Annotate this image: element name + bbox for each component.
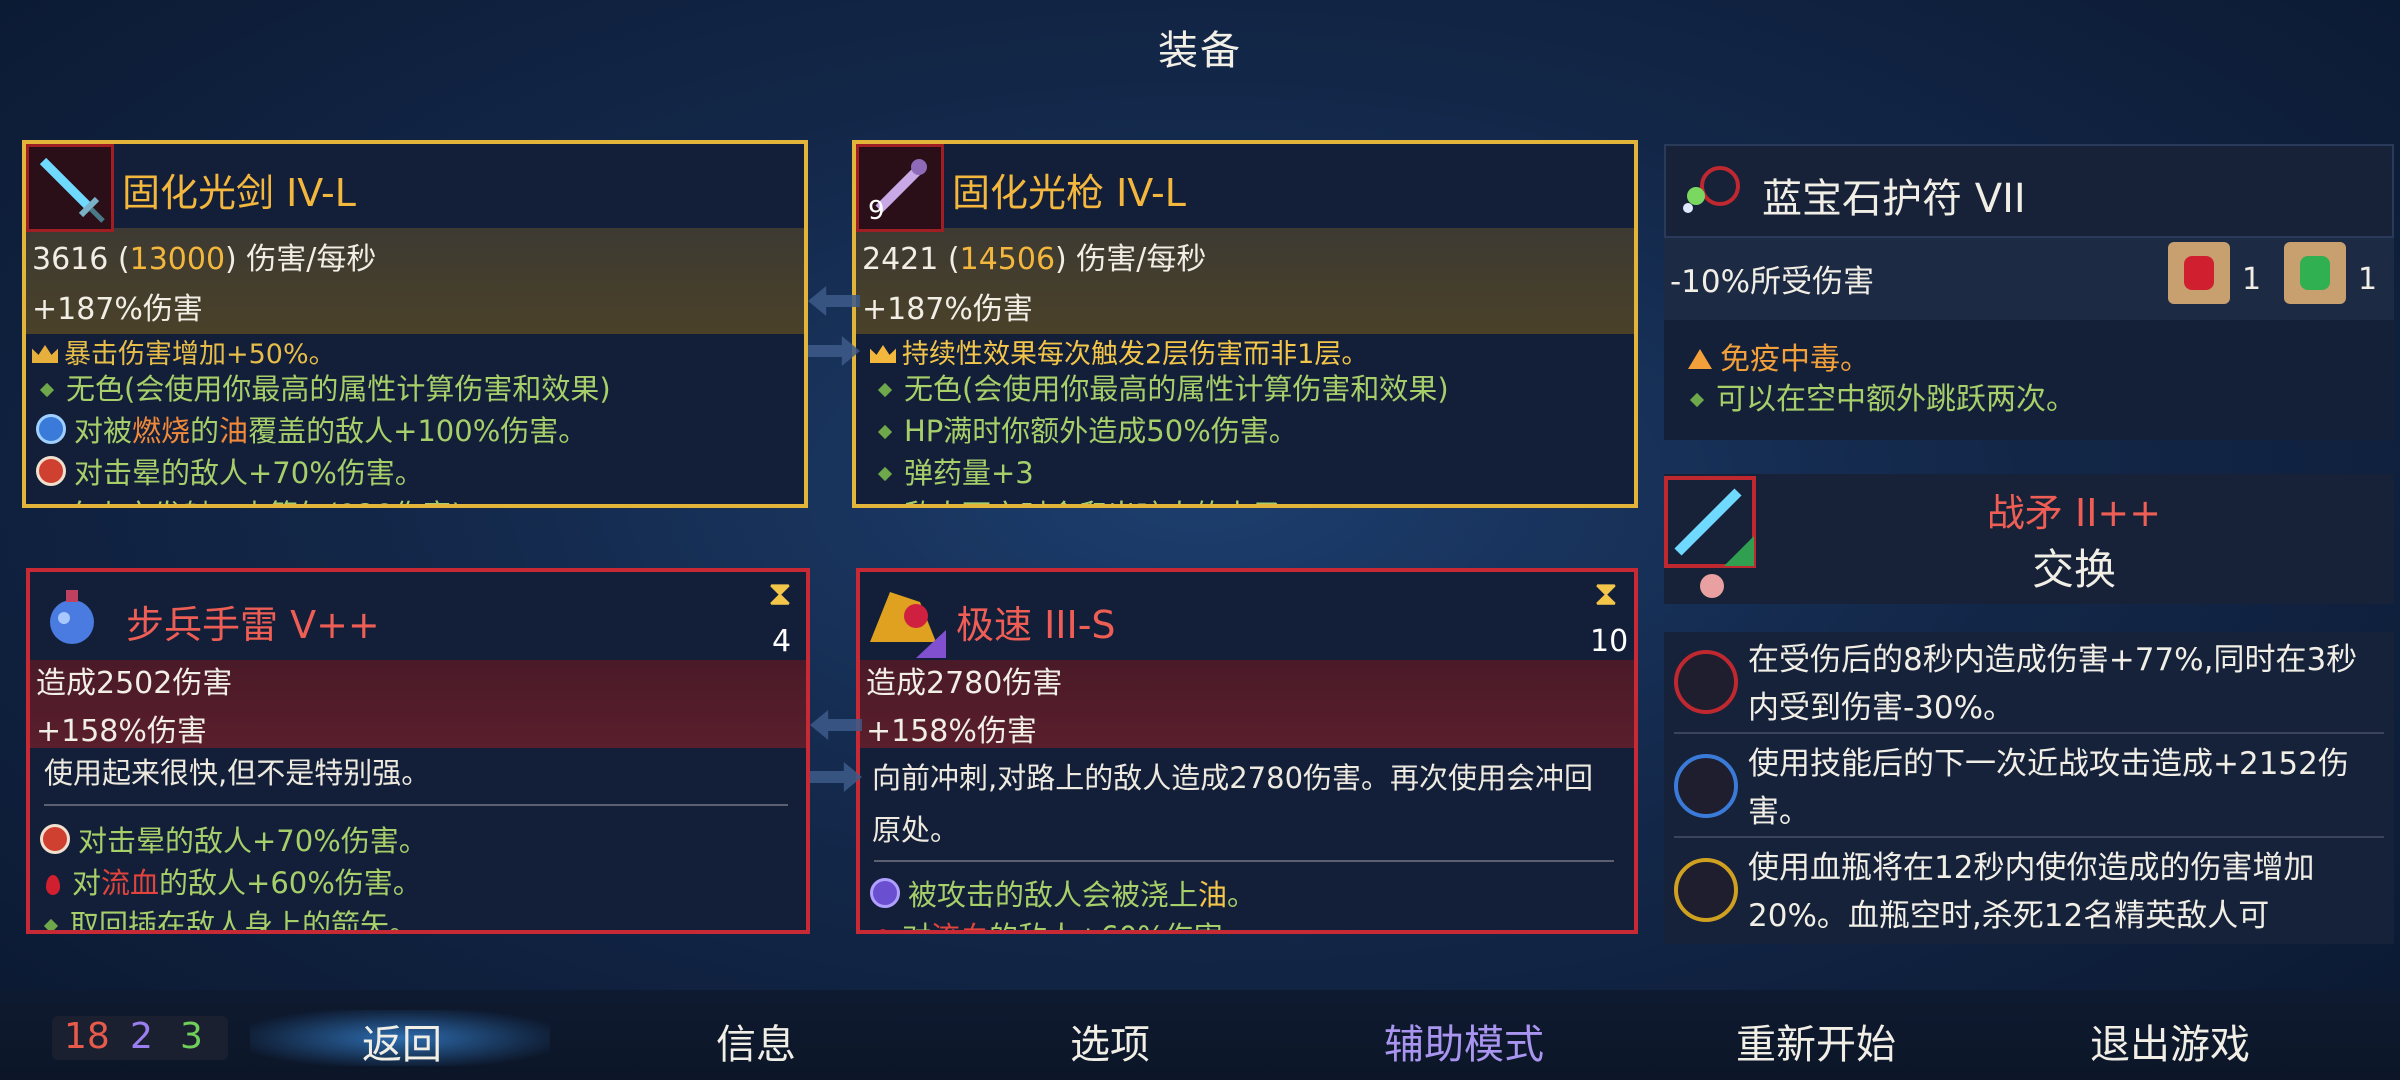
weapon-card-1[interactable]: 固化光剑 IV-L 3616 (13000) 伤害/每秒 +187%伤害 暴击伤… [22, 140, 808, 508]
crown-icon [32, 345, 58, 363]
mutation-text: 使用血瓶将在12秒内使你造成的伤害增加20%。血瓶空时,杀死12名精英敌人可 [1748, 850, 2315, 934]
survival-count: 3 [180, 1016, 203, 1057]
mutation-item[interactable]: 使用技能后的下一次近战攻击造成+2152伤害。 [1664, 736, 2394, 838]
affix-line: 向上方发射一支箭矢(928伤害) [32, 492, 463, 504]
affix-line: 对击晕的敌人+70%伤害。 [36, 818, 428, 860]
ammo-count: 9 [868, 196, 885, 226]
diamond-bullet-icon [1689, 392, 1705, 408]
immunity-icon [1688, 349, 1712, 369]
affix-line: 被攻击的敌人会被浇上油。 [866, 872, 1256, 914]
stun-icon [40, 824, 70, 854]
war-spear-icon [1664, 476, 1760, 600]
skill-damage-bonus: +158%伤害 [36, 714, 207, 749]
weapon-dps: 2421 (14506) 伤害/每秒 [862, 242, 1207, 277]
mutation-item[interactable]: 使用血瓶将在12秒内使你造成的伤害增加20%。血瓶空时,杀死12名精英敌人可 [1664, 840, 2394, 940]
amulet-extra: 可以在空中额外跳跃两次。 [1688, 374, 2076, 418]
affix-line: 无色(会使用你最高的属性计算伤害和效果) [870, 366, 1449, 408]
skill-damage: 造成2780伤害 [866, 666, 1063, 701]
skill-damage: 造成2502伤害 [36, 666, 233, 701]
affix-line: 取回插在敌人身上的箭矢。 [36, 902, 418, 930]
affix-line: 对被燃烧的油覆盖的敌人+100%伤害。 [32, 408, 587, 450]
skill-description: 向前冲刺,对路上的敌人造成2780伤害。再次使用会冲回原处。 [872, 761, 1594, 847]
mutation-list: 在受伤后的8秒内造成伤害+77%,同时在3秒内受到伤害-30%。 使用技能后的下一… [1664, 632, 2394, 944]
amulet-name: 蓝宝石护符 VII [1762, 176, 2026, 222]
affix-line: 无色(会使用你最高的属性计算伤害和效果) [32, 366, 611, 408]
diamond-bullet-icon [877, 424, 893, 440]
assist-mode-button[interactable]: 辅助模式 [1334, 1012, 1594, 1070]
brutality-scroll-count: 1 [2242, 262, 2262, 297]
diamond-bullet-icon [39, 382, 55, 398]
weapon-name: 固化光剑 IV-L [122, 171, 356, 215]
skill-name: 步兵手雷 V++ [126, 603, 380, 647]
amulet-effect: -10%所受伤害 [1670, 264, 1875, 300]
affix-line: 弹药量+3 [870, 450, 1034, 492]
survival-scroll-icon [2284, 242, 2346, 304]
oil-fire-icon [36, 414, 66, 444]
brutality-scroll-icon [2168, 242, 2230, 304]
grenade-icon [30, 572, 118, 660]
diamond-bullet-icon [43, 918, 59, 930]
affix-line: 对流血的敌人+60%伤害。 [36, 860, 422, 902]
amulet-affix-list: 免疫中毒。 可以在空中额外跳跃两次。 [1664, 320, 2394, 440]
back-button[interactable]: 返回 [272, 1012, 532, 1070]
mutation-text: 在受伤后的8秒内造成伤害+77%,同时在3秒内受到伤害-30%。 [1748, 642, 2358, 726]
bleed-icon [876, 929, 890, 930]
restart-button[interactable]: 重新开始 [1686, 1012, 1946, 1070]
tactics-count: 2 [130, 1016, 153, 1057]
crown-icon [870, 345, 896, 363]
quit-game-button[interactable]: 退出游戏 [2040, 1012, 2300, 1070]
skill-card-2[interactable]: ⧗ 10 极速 III-S 造成2780伤害 +158%伤害 向前冲刺,对路上的… [856, 568, 1638, 934]
diamond-bullet-icon [877, 466, 893, 482]
amulet-immunity: 免疫中毒。 [1688, 334, 1870, 378]
skill-damage-bonus: +158%伤害 [866, 714, 1037, 749]
cooldown-value: 4 [772, 624, 792, 659]
skill-name: 极速 III-S [956, 603, 1116, 647]
cooldown-value: 10 [1590, 624, 1629, 659]
options-button[interactable]: 选项 [980, 1012, 1240, 1070]
weapon-damage-bonus: +187%伤害 [32, 292, 203, 327]
offhand-weapon-panel[interactable]: 战矛 II++ 交换 [1664, 474, 2394, 604]
screen-title: 装备 [1158, 28, 1242, 74]
mutation-item[interactable]: 在受伤后的8秒内造成伤害+77%,同时在3秒内受到伤害-30%。 [1664, 632, 2394, 734]
weapon-name: 固化光枪 IV-L [952, 171, 1186, 215]
skill-description: 使用起来很快,但不是特别强。 [44, 756, 431, 790]
cooldown-hourglass-icon: ⧗ [768, 574, 792, 614]
cooldown-hourglass-icon: ⧗ [1594, 574, 1618, 614]
info-button[interactable]: 信息 [626, 1012, 886, 1070]
offhand-weapon-name: 战矛 II++ [1986, 491, 2162, 535]
amulet-icon [1666, 146, 1754, 234]
mutation-icon [1674, 650, 1738, 714]
skill-card-1[interactable]: ⧗ 4 步兵手雷 V++ 造成2502伤害 +158%伤害 使用起来很快,但不是… [26, 568, 810, 934]
affix-line: 对流血的敌人+60%伤害。 [866, 914, 1252, 930]
oil-icon [870, 878, 900, 908]
weapon-damage-bonus: +187%伤害 [862, 292, 1033, 327]
affix-line: 敌人死亡时会爬出咬人的虫子。 [870, 492, 1310, 504]
swap-right-arrow-icon[interactable] [810, 762, 862, 792]
diamond-bullet-icon [877, 382, 893, 398]
bleed-icon [46, 875, 60, 895]
weapon-card-2[interactable]: 9 固化光枪 IV-L 2421 (14506) 伤害/每秒 +187%伤害 持… [852, 140, 1638, 508]
amulet-panel[interactable]: 蓝宝石护符 VII [1664, 144, 2394, 238]
mutation-icon [1674, 858, 1738, 922]
scroll-stats: 18 2 3 [52, 1016, 228, 1060]
affix-line: HP满时你额外造成50%伤害。 [870, 408, 1298, 450]
stun-icon [36, 456, 66, 486]
mutation-text: 使用技能后的下一次近战攻击造成+2152伤害。 [1748, 746, 2349, 830]
swap-left-arrow-icon[interactable] [810, 710, 862, 740]
affix-line: 对击晕的敌人+70%伤害。 [32, 450, 424, 492]
weapon-dps: 3616 (13000) 伤害/每秒 [32, 242, 377, 277]
brutality-count: 18 [64, 1016, 110, 1057]
sword-icon [26, 144, 114, 232]
swap-button[interactable]: 交换 [1844, 536, 2304, 597]
survival-scroll-count: 1 [2358, 262, 2378, 297]
speed-boots-icon [860, 572, 948, 660]
mutation-icon [1674, 754, 1738, 818]
